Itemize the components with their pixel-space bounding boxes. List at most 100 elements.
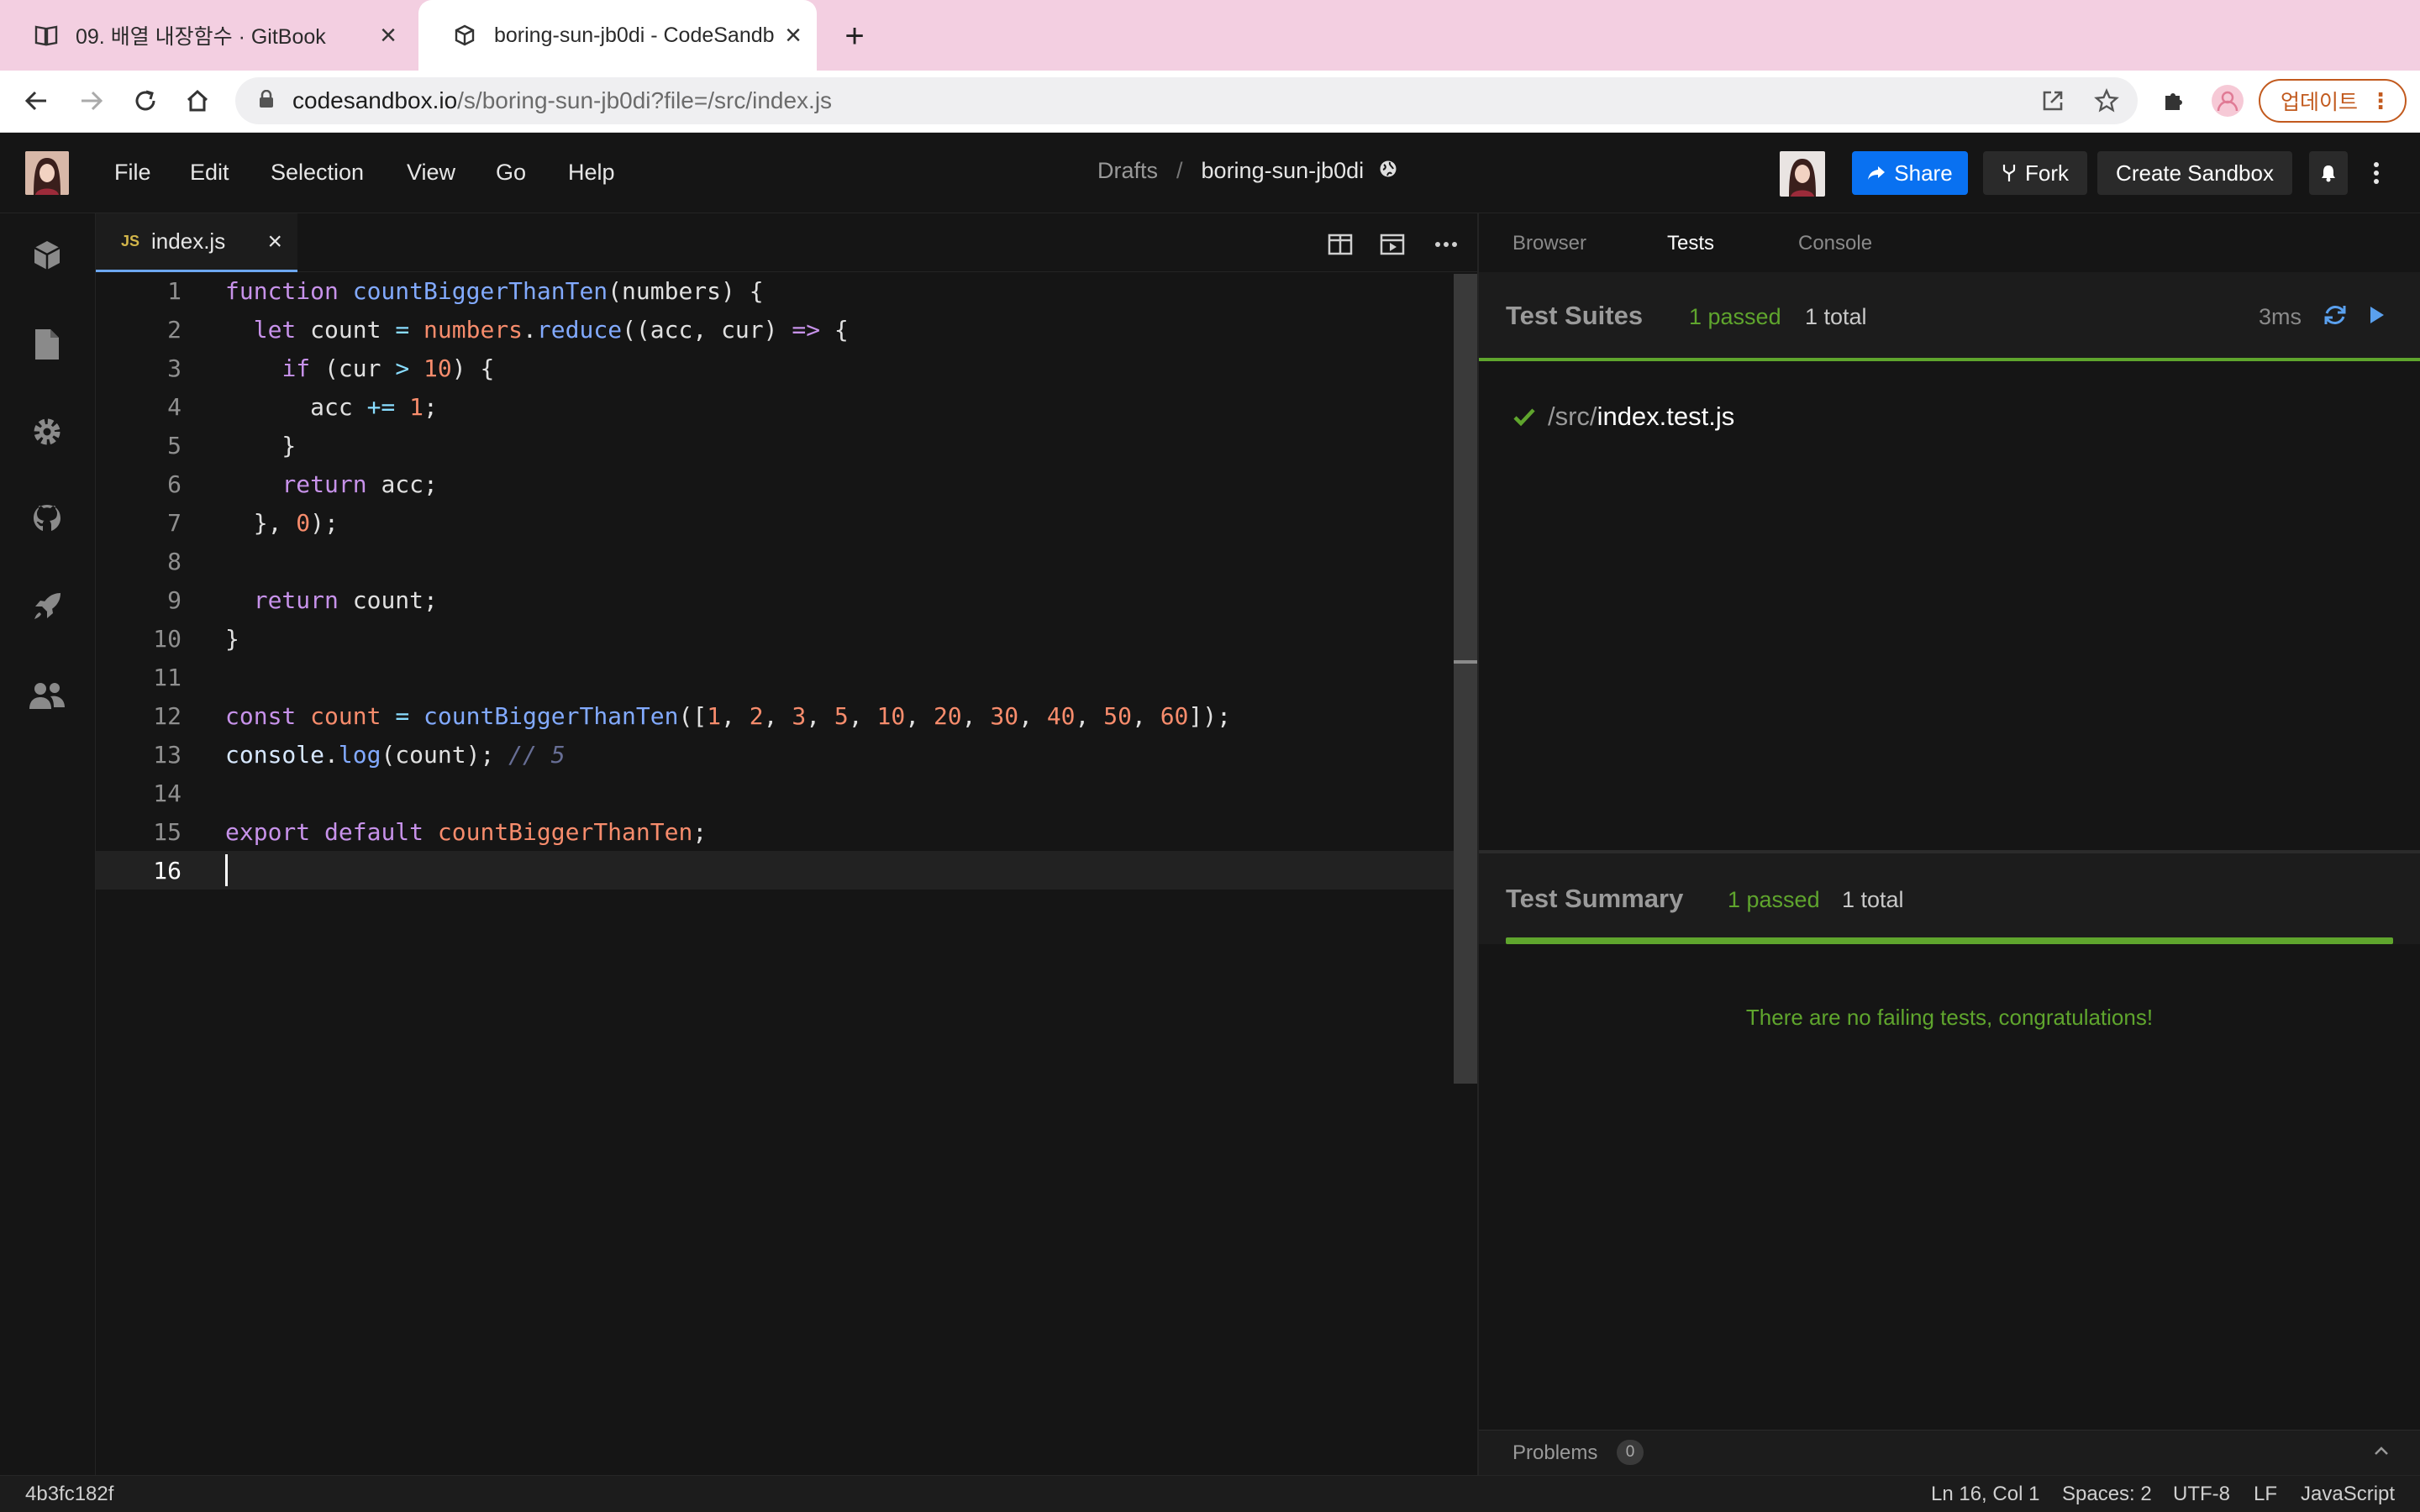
cursor-position[interactable]: Ln 16, Col 1 (1931, 1483, 2039, 1506)
create-sandbox-button[interactable]: Create Sandbox (2097, 151, 2292, 195)
suites-duration: 3ms (2259, 304, 2302, 329)
new-tab-plus-icon[interactable]: + (835, 17, 874, 55)
book-icon (34, 23, 59, 48)
run-tests-play-icon[interactable] (2365, 302, 2390, 328)
chevron-up-icon[interactable] (2373, 1440, 2390, 1462)
tab-browser[interactable]: Browser (1512, 232, 1586, 255)
globe-icon (1379, 158, 1397, 184)
suites-passed-count: 1 passed (1689, 304, 1781, 329)
test-file-row[interactable]: /src/index.test.js (1512, 402, 1734, 432)
share-button[interactable]: Share (1852, 151, 1968, 195)
activity-bar (0, 213, 96, 1475)
line-number-gutter: 1 2 3 4 5 6 7 8 9 10 11 12 13 14 15 16 (96, 272, 197, 890)
summary-passed-count: 1 passed (1728, 887, 1820, 912)
more-vertical-icon[interactable] (2360, 151, 2393, 195)
code-line: return count; (253, 586, 438, 614)
test-file-dir: /src/ (1548, 402, 1597, 431)
close-tab-icon[interactable]: × (785, 19, 802, 52)
notifications-bell-icon[interactable] (2309, 151, 2348, 195)
bookmark-star-icon[interactable] (2087, 81, 2126, 120)
breadcrumb-separator: / (1176, 158, 1183, 183)
menu-file[interactable]: File (114, 160, 151, 186)
code-line: return acc; (281, 470, 438, 498)
back-arrow-icon[interactable] (17, 81, 55, 120)
rerun-tests-refresh-icon[interactable] (2321, 301, 2349, 329)
breadcrumb-drafts[interactable]: Drafts (1097, 158, 1158, 184)
line-number: 5 (167, 432, 182, 459)
fork-icon (2002, 165, 2016, 181)
preview-window-icon[interactable] (1376, 228, 1408, 260)
sandbox-name[interactable]: boring-sun-jb0di (1202, 158, 1365, 184)
code-line: }, 0); (225, 509, 339, 537)
breadcrumb: Drafts / boring-sun-jb0di (1097, 158, 1397, 184)
browser-tab-gitbook[interactable]: 09. 배열 내장함수 · GitBook × (0, 0, 412, 71)
settings-gear-icon[interactable] (25, 410, 69, 454)
fork-button[interactable]: Fork (1983, 151, 2087, 195)
line-number: 4 (167, 393, 182, 421)
language-mode[interactable]: JavaScript (2301, 1483, 2395, 1506)
line-number: 8 (167, 548, 182, 575)
extensions-puzzle-icon[interactable] (2154, 81, 2193, 120)
test-suites-title: Test Suites (1506, 301, 1644, 330)
code-line: } (225, 625, 239, 653)
line-number: 11 (153, 664, 182, 691)
code-line: console.log(count); // 5 (225, 741, 566, 769)
problems-count-badge: 0 (1617, 1440, 1644, 1465)
close-tab-icon[interactable]: × (380, 19, 397, 52)
suites-total-count: 1 total (1805, 304, 1867, 329)
file-explorer-icon[interactable] (25, 323, 69, 366)
tab-title: boring-sun-jb0di - CodeSandb (494, 23, 775, 47)
tab-tests[interactable]: Tests (1667, 232, 1714, 255)
code-line: acc += 1; (225, 393, 438, 421)
menu-view[interactable]: View (407, 160, 455, 186)
tab-console[interactable]: Console (1798, 232, 1872, 255)
line-number: 2 (167, 316, 182, 344)
line-number: 1 (167, 277, 182, 305)
github-icon[interactable] (25, 497, 69, 541)
code-line: if (cur > 10) { (281, 354, 495, 382)
line-number: 3 (167, 354, 182, 382)
test-file-name: index.test.js (1597, 402, 1735, 431)
address-bar[interactable]: codesandbox.io/s/boring-sun-jb0di?file=/… (235, 77, 2138, 124)
editor-scrollbar[interactable] (1454, 274, 1477, 1084)
user-avatar[interactable] (25, 151, 69, 195)
line-ending[interactable]: LF (2254, 1483, 2277, 1506)
create-sandbox-label: Create Sandbox (2116, 160, 2274, 186)
editor-tab-bar (96, 213, 1477, 272)
browser-tab-codesandbox[interactable]: boring-sun-jb0di - CodeSandb × (418, 0, 817, 71)
project-cube-icon[interactable] (25, 234, 69, 277)
live-collaboration-users-icon[interactable] (25, 674, 69, 717)
profile-avatar-icon[interactable] (2208, 81, 2247, 120)
file-encoding[interactable]: UTF-8 (2173, 1483, 2230, 1506)
code-line: const count = countBiggerThanTen([1, 2, … (225, 702, 1231, 730)
code-editor[interactable]: function countBiggerThanTen(numbers) { l… (225, 272, 1452, 890)
more-horizontal-icon[interactable] (1430, 228, 1462, 260)
line-number: 6 (167, 470, 182, 498)
collaborator-avatar[interactable] (1780, 151, 1825, 197)
reload-icon[interactable] (126, 81, 165, 120)
text-cursor (225, 854, 228, 886)
indentation[interactable]: Spaces: 2 (2062, 1483, 2152, 1506)
line-number: 10 (153, 625, 182, 653)
home-icon[interactable] (178, 81, 217, 120)
split-editor-icon[interactable] (1324, 228, 1356, 260)
deploy-rocket-icon[interactable] (25, 585, 69, 628)
editor-tab-index-js[interactable]: JS index.js × (96, 213, 297, 272)
close-tab-icon[interactable]: × (267, 228, 282, 256)
browser-update-button[interactable]: 업데이트 ⋮ (2259, 79, 2407, 123)
forward-arrow-icon[interactable] (72, 81, 111, 120)
menu-help[interactable]: Help (568, 160, 615, 186)
line-number: 13 (153, 741, 182, 769)
open-external-icon[interactable] (2033, 81, 2072, 120)
menu-edit[interactable]: Edit (190, 160, 229, 186)
code-line: export default countBiggerThanTen; (225, 818, 708, 846)
line-number-active: 16 (153, 857, 182, 885)
url-path: /s/boring-sun-jb0di?file=/src/index.js (457, 87, 833, 113)
lock-icon (259, 87, 274, 114)
summary-total-count: 1 total (1842, 887, 1904, 912)
menu-selection[interactable]: Selection (271, 160, 364, 186)
menu-go[interactable]: Go (496, 160, 526, 186)
share-label: Share (1894, 160, 1953, 186)
